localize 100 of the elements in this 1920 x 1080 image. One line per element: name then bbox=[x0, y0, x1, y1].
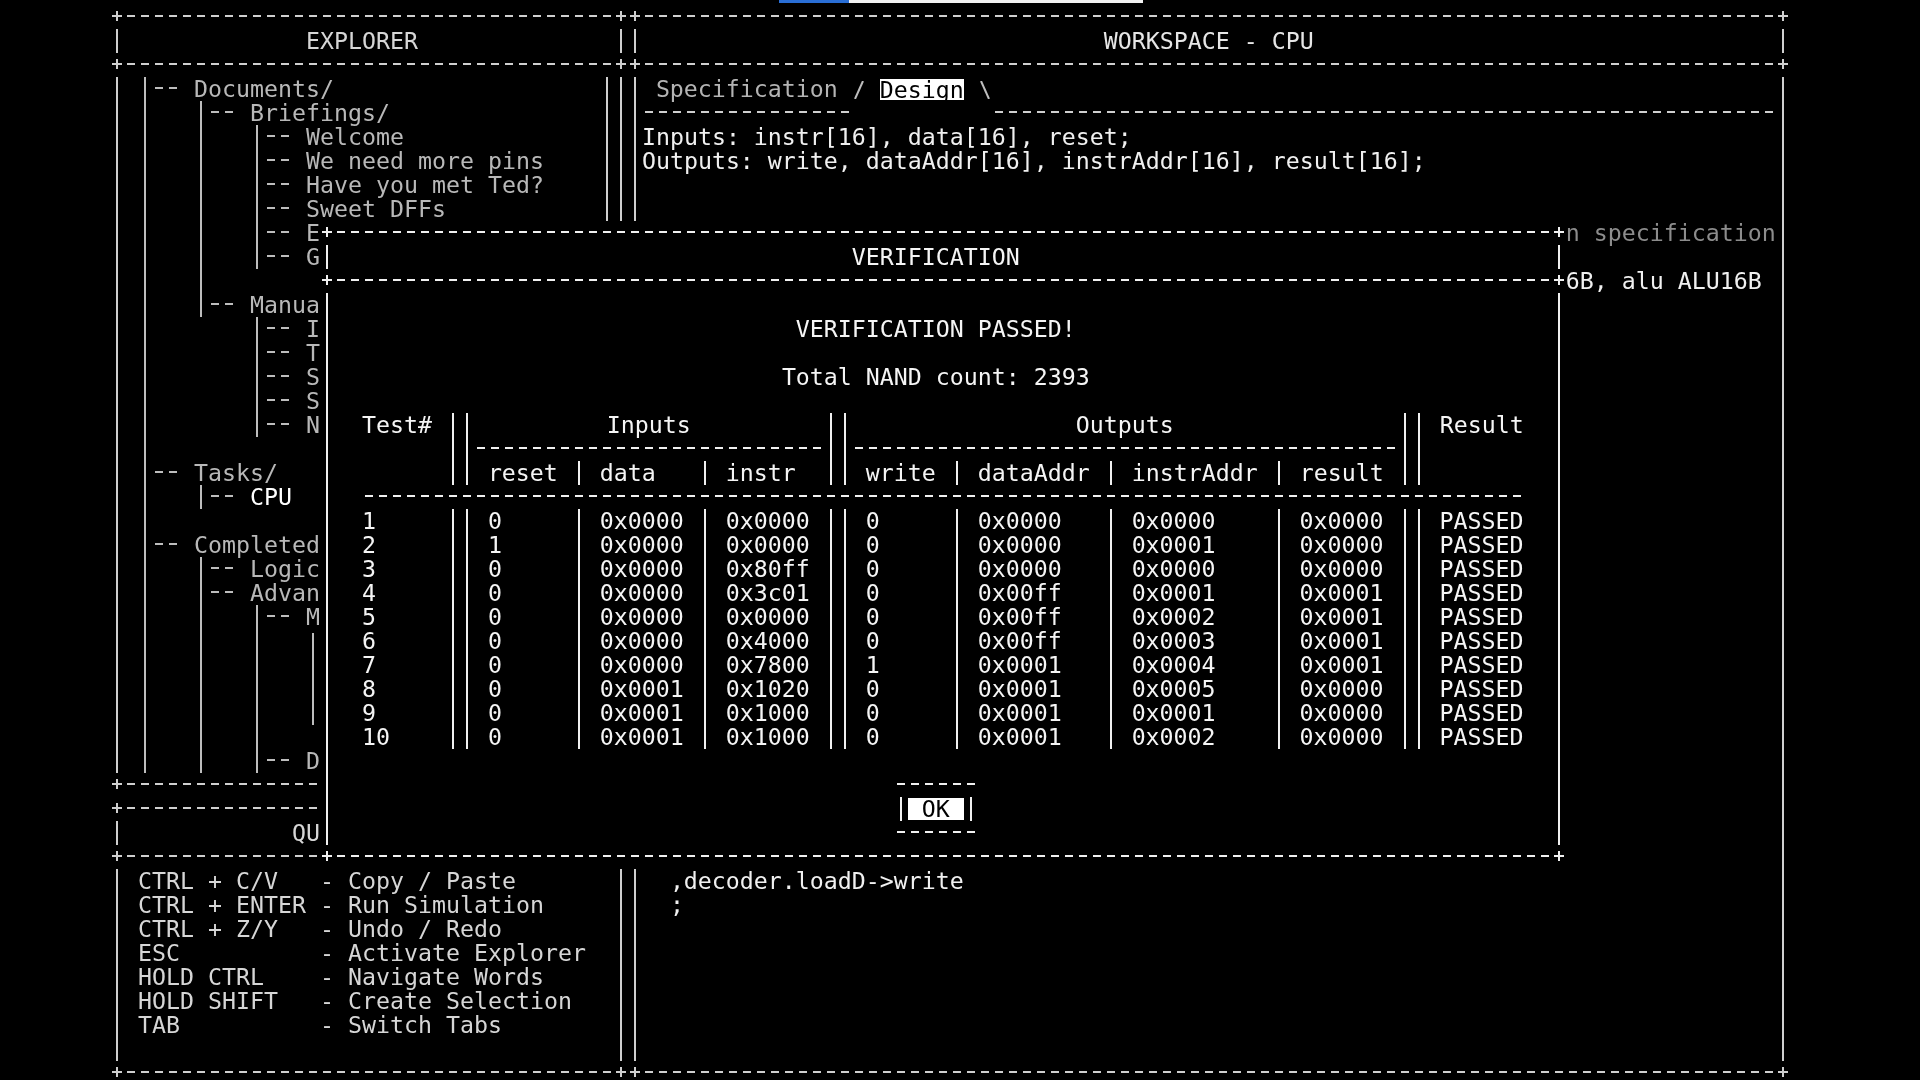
code-line: 6B, alu ALU16B bbox=[1565, 267, 1762, 294]
table-cell-text: 0x0005 bbox=[1130, 677, 1217, 701]
table-cell-text: 0 bbox=[486, 557, 503, 581]
tree-item[interactable]: CPU bbox=[249, 485, 292, 509]
shortcut-description: - Run Simulation bbox=[319, 893, 544, 917]
table-cell-text: 0 bbox=[486, 725, 503, 749]
table-cell-text: 0x0000 bbox=[1298, 725, 1385, 749]
code-line: ; bbox=[669, 891, 684, 918]
tree-item[interactable]: Have you met Ted? bbox=[305, 173, 544, 197]
status-message: VERIFICATION PASSED! bbox=[795, 315, 1076, 342]
shortcut-description: - Create Selection bbox=[319, 989, 572, 1013]
backslash-icon bbox=[979, 81, 990, 99]
tree-item[interactable]: Welcome bbox=[305, 125, 404, 149]
table-cell-text: 0x0001 bbox=[598, 677, 685, 701]
table-cell-text: 0 bbox=[486, 509, 503, 533]
table-cell-text: 0x0000 bbox=[598, 533, 685, 557]
table-cell-text: 7 bbox=[361, 653, 377, 677]
table-cell-text: 0x0001 bbox=[1298, 653, 1385, 677]
table-cell-text: 0x3c01 bbox=[724, 581, 811, 605]
table-cell-text: 0x0001 bbox=[1298, 581, 1385, 605]
table-cell-text: 0x1000 bbox=[724, 725, 811, 749]
footer-command[interactable]: QU bbox=[291, 821, 320, 845]
table-cell-text: 0x0000 bbox=[1298, 509, 1385, 533]
table-cell-text: 0x80ff bbox=[724, 557, 811, 581]
table-cell-text: PASSED bbox=[1438, 677, 1524, 701]
column-header: dataAddr bbox=[976, 461, 1091, 485]
column-header: Outputs bbox=[1074, 413, 1175, 437]
panel-title: EXPLORER bbox=[305, 27, 418, 54]
tree-item[interactable]: E bbox=[305, 221, 320, 245]
table-cell-text: 0x1020 bbox=[724, 677, 811, 701]
tree-item[interactable]: Manua bbox=[249, 293, 320, 317]
shortcut-description: - Switch Tabs bbox=[319, 1013, 502, 1037]
table-cell-text: 6 bbox=[361, 629, 377, 653]
table-cell-text: 0x0000 bbox=[598, 629, 685, 653]
table-cell-text: 0x0000 bbox=[598, 581, 685, 605]
table-cell-text: 3 bbox=[361, 557, 377, 581]
table-cell-text: 0x0001 bbox=[1130, 701, 1217, 725]
table-cell-text: PASSED bbox=[1438, 629, 1524, 653]
table-cell-text: 2 bbox=[361, 533, 377, 557]
table-cell-text: 0 bbox=[486, 629, 503, 653]
tab[interactable]: Specification bbox=[641, 77, 852, 101]
code-line: n specification bbox=[1565, 219, 1776, 246]
ok-button[interactable]: OK bbox=[893, 773, 978, 845]
column-header: instr bbox=[724, 461, 797, 485]
tree-item[interactable]: S bbox=[305, 389, 320, 413]
table-cell-text: 0x0000 bbox=[1298, 557, 1385, 581]
table-cell-text: 1 bbox=[864, 653, 881, 677]
table-cell-text: 0 bbox=[864, 533, 881, 557]
column-header: data bbox=[598, 461, 657, 485]
table-cell-text: PASSED bbox=[1438, 653, 1524, 677]
table-cell-text: 0 bbox=[486, 677, 503, 701]
shortcut-keys: HOLD SHIFT bbox=[138, 987, 278, 1014]
table-cell-text: 1 bbox=[361, 509, 377, 533]
column-header: write bbox=[864, 461, 937, 485]
shortcut-keys: CTRL + C/V bbox=[138, 867, 278, 894]
shortcut-description: - Copy / Paste bbox=[319, 869, 516, 893]
shortcut-description: - Undo / Redo bbox=[319, 917, 502, 941]
tree-item[interactable]: T bbox=[305, 341, 320, 365]
tree-item[interactable]: N bbox=[305, 413, 320, 437]
table-cell-text: 0x0001 bbox=[1298, 629, 1385, 653]
tree-item[interactable]: Documents/ bbox=[193, 77, 334, 101]
tree-item[interactable]: Briefings/ bbox=[249, 101, 390, 125]
tree-item[interactable]: M bbox=[305, 605, 320, 629]
table-cell-text: PASSED bbox=[1438, 557, 1524, 581]
table-cell-text: 0x0001 bbox=[976, 701, 1063, 725]
tree-item[interactable]: Sweet DFFs bbox=[305, 197, 446, 221]
table-cell-text: 0x0000 bbox=[598, 557, 685, 581]
table-cell-text: 0x0000 bbox=[724, 509, 811, 533]
dialog-title: VERIFICATION bbox=[851, 243, 1020, 270]
table-cell-text: 0 bbox=[864, 557, 881, 581]
summary-text: Total NAND count: 2393 bbox=[781, 363, 1090, 390]
tree-item[interactable]: S bbox=[305, 365, 320, 389]
table-cell-text: 0x0001 bbox=[1130, 533, 1217, 557]
table-cell-text: 0x0001 bbox=[976, 653, 1063, 677]
column-header: result bbox=[1298, 461, 1385, 485]
table-cell-text: 0x0000 bbox=[976, 509, 1063, 533]
table-cell-text: 0x1000 bbox=[724, 701, 811, 725]
table-cell-text: 0x0001 bbox=[976, 725, 1063, 749]
slash-icon bbox=[853, 81, 864, 99]
table-cell-text: 0x0001 bbox=[1298, 605, 1385, 629]
panel-title: WORKSPACE - CPU bbox=[1103, 27, 1314, 54]
table-cell-text: 0 bbox=[864, 509, 881, 533]
table-cell-text: 0 bbox=[486, 653, 503, 677]
table-cell-text: 0x0001 bbox=[1130, 581, 1217, 605]
tree-item[interactable]: I bbox=[305, 317, 320, 341]
table-cell-text: 0x0004 bbox=[1130, 653, 1217, 677]
table-cell-text: 0x00ff bbox=[976, 581, 1063, 605]
table-cell-text: 0 bbox=[486, 581, 503, 605]
table-cell-text: 0x0002 bbox=[1130, 725, 1217, 749]
table-cell-text: 0x00ff bbox=[976, 605, 1063, 629]
column-header: Result bbox=[1439, 413, 1524, 437]
shortcut-keys: CTRL + Z/Y bbox=[138, 915, 278, 942]
table-cell-text: 0 bbox=[864, 725, 881, 749]
table-cell-text: 0x0000 bbox=[976, 533, 1063, 557]
tree-item[interactable]: D bbox=[305, 749, 320, 773]
tree-item[interactable]: Tasks/ bbox=[193, 461, 278, 485]
table-cell-text: PASSED bbox=[1438, 533, 1524, 557]
tree-item[interactable]: Advan bbox=[249, 581, 320, 605]
table-cell-text: PASSED bbox=[1438, 701, 1524, 725]
tree-item[interactable]: G bbox=[305, 245, 320, 269]
